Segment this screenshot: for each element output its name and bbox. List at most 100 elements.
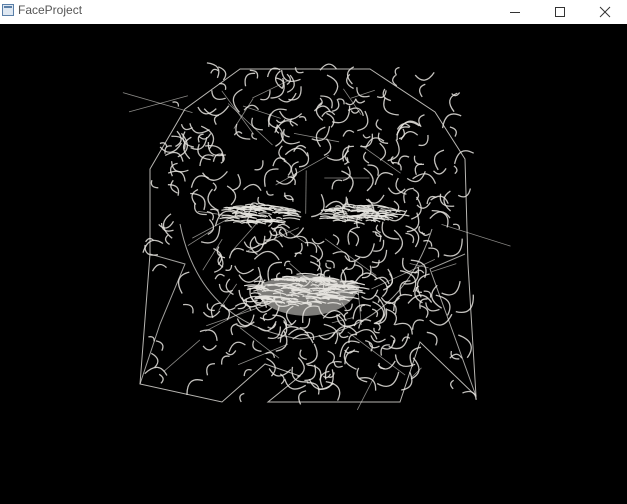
wire-stroke [230, 323, 238, 336]
wire-stroke [227, 103, 273, 146]
wire-stroke [449, 126, 457, 137]
wire-stroke [426, 331, 438, 346]
app-window-icon[interactable] [2, 4, 14, 16]
wire-stroke [249, 69, 259, 79]
wire-stroke [342, 129, 355, 137]
wire-stroke [294, 242, 303, 255]
wire-stroke [353, 222, 365, 225]
wire-stroke [282, 128, 290, 138]
wire-stroke [278, 224, 307, 244]
wire-stroke [387, 139, 400, 162]
wire-stroke [234, 302, 252, 311]
wire-stroke [323, 138, 332, 156]
wire-stroke [150, 179, 159, 189]
wire-stroke [414, 72, 435, 81]
wire-stroke [430, 195, 449, 204]
wire-stroke [362, 134, 371, 139]
wire-stroke [170, 161, 189, 173]
wire-stroke [252, 340, 262, 352]
wire-stroke [410, 196, 422, 220]
wire-stroke [361, 289, 379, 300]
wire-stroke [183, 303, 194, 314]
wire-stroke [457, 188, 472, 198]
wire-stroke [264, 220, 286, 224]
wire-stroke [409, 263, 429, 269]
wire-stroke [439, 193, 455, 207]
wire-stroke [441, 280, 461, 296]
wire-stroke [379, 277, 388, 298]
wire-stroke [354, 243, 375, 259]
wire-stroke [255, 306, 273, 313]
wire-stroke [299, 318, 311, 329]
wire-stroke [326, 74, 339, 96]
wire-stroke [257, 321, 277, 332]
wire-stroke [251, 117, 263, 131]
wire-stroke [418, 114, 425, 128]
wire-stroke [191, 188, 199, 206]
wire-stroke [139, 253, 186, 385]
wire-stroke [418, 134, 429, 147]
wire-stroke [418, 226, 426, 235]
wire-stroke [365, 137, 385, 149]
wire-stroke [122, 92, 193, 113]
wire-stroke [403, 187, 414, 204]
wire-stroke [363, 167, 374, 192]
wire-stroke [376, 371, 400, 387]
wire-stroke [284, 147, 309, 157]
wire-stroke [213, 114, 220, 125]
wire-stroke [372, 301, 385, 323]
wire-stroke [155, 340, 164, 351]
wire-stroke [225, 350, 237, 356]
wire-stroke [294, 67, 304, 74]
wire-stroke [356, 367, 368, 383]
wire-stroke [158, 373, 164, 384]
wire-stroke [293, 235, 309, 247]
wire-stroke [207, 188, 219, 211]
wire-stroke [331, 179, 343, 190]
wire-stroke [237, 343, 289, 366]
wire-stroke [199, 329, 218, 341]
wire-stroke [327, 350, 335, 363]
title-bar[interactable]: FaceProject [0, 0, 627, 24]
wire-stroke [349, 230, 360, 247]
wire-stroke [379, 142, 387, 161]
wire-stroke [162, 213, 173, 239]
wire-stroke [343, 88, 362, 116]
wire-stroke [266, 190, 274, 196]
wire-stroke [375, 119, 382, 131]
wire-stroke [315, 126, 326, 148]
wire-stroke [381, 221, 400, 240]
close-button[interactable] [582, 0, 627, 24]
wire-stroke [339, 340, 360, 358]
wire-stroke [275, 216, 283, 220]
wire-stroke [163, 339, 201, 372]
wire-stroke [311, 194, 325, 218]
wire-stroke [394, 322, 413, 335]
wire-stroke [433, 149, 445, 171]
wire-stroke [319, 370, 330, 388]
wire-stroke [431, 263, 457, 272]
wire-stroke [397, 155, 410, 165]
wire-stroke [413, 155, 425, 166]
wire-stroke [151, 263, 167, 272]
wire-stroke [202, 344, 217, 351]
render-canvas[interactable] [0, 24, 627, 504]
wire-stroke [405, 232, 415, 244]
maximize-button[interactable] [537, 0, 582, 24]
wire-stroke [416, 273, 430, 298]
minimize-button[interactable] [492, 0, 537, 24]
close-icon [599, 6, 610, 18]
wire-stroke [219, 82, 227, 91]
wire-stroke [371, 259, 380, 268]
wire-stroke [376, 90, 387, 99]
wire-stroke [375, 224, 381, 234]
wire-stroke [311, 238, 325, 245]
wire-stroke [211, 90, 226, 101]
wire-stroke [210, 68, 219, 74]
wire-stroke [324, 238, 377, 276]
wire-stroke [243, 368, 252, 377]
wire-stroke [367, 164, 379, 176]
wire-stroke [362, 151, 370, 164]
wire-stroke [429, 313, 453, 326]
wire-stroke [286, 267, 293, 274]
